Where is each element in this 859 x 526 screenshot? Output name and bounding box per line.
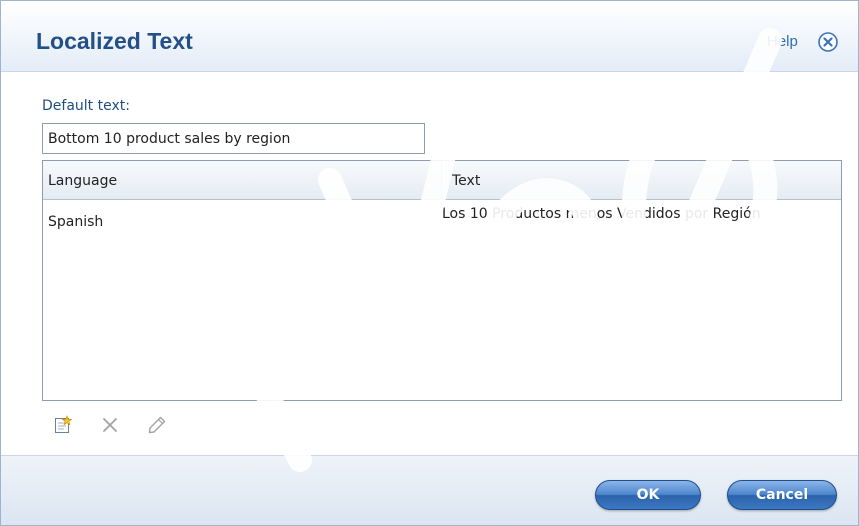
grid-header: Language Text <box>43 161 841 200</box>
ok-button[interactable]: OK <box>595 480 701 510</box>
dialog-title: Localized Text <box>36 28 193 54</box>
cell-language: Spanish <box>48 214 104 230</box>
column-header-text[interactable]: Text <box>442 161 841 199</box>
localization-grid: Language Text Spanish Los 10 Productos m… <box>42 160 842 401</box>
title-bar: Localized Text Help <box>1 1 858 72</box>
delete-icon[interactable] <box>100 415 120 435</box>
edit-icon[interactable] <box>147 415 167 435</box>
localized-text-dialog: Localized Text Help Default text: Langua… <box>0 0 859 526</box>
table-row[interactable]: Spanish Los 10 Productos menos Vendidos … <box>43 200 841 252</box>
column-header-language[interactable]: Language <box>43 161 442 199</box>
help-link[interactable]: Help <box>767 33 798 50</box>
close-icon <box>818 32 838 52</box>
default-text-input[interactable] <box>42 123 425 154</box>
cancel-button[interactable]: Cancel <box>727 480 837 510</box>
dialog-footer: OK Cancel <box>1 455 858 525</box>
close-button[interactable] <box>817 31 839 53</box>
cell-text: Los 10 Productos menos Vendidos por Regi… <box>442 206 761 222</box>
default-text-label: Default text: <box>42 98 130 114</box>
add-icon[interactable] <box>53 415 73 435</box>
